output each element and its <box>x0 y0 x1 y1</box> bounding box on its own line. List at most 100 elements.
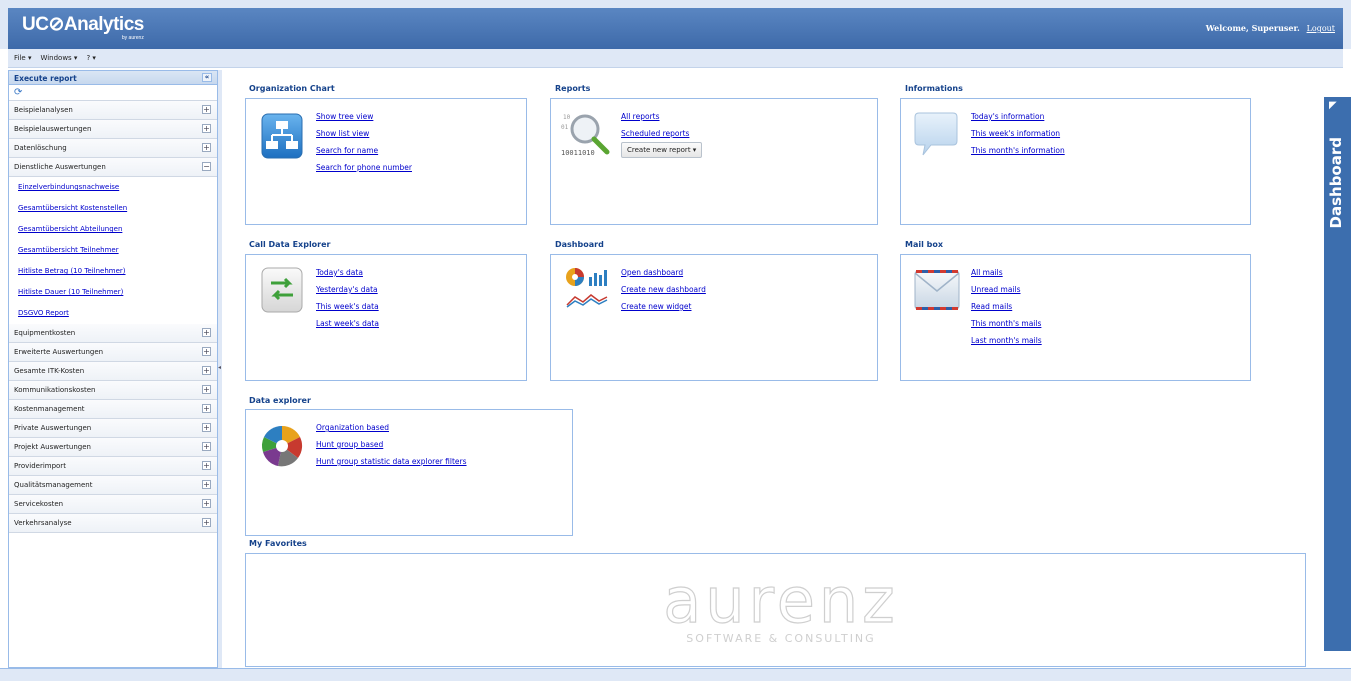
menu-help[interactable]: ? ▾ <box>86 54 95 62</box>
splitter-arrow-icon[interactable]: ◂ <box>218 364 221 371</box>
sidebar-group-label: Servicekosten <box>14 500 64 508</box>
show-list-view-link[interactable]: Show list view <box>316 125 412 142</box>
expand-icon[interactable]: + <box>202 124 211 133</box>
report-link[interactable]: Gesamtübersicht Abteilungen <box>18 225 122 233</box>
todays-information-link[interactable]: Today's information <box>971 108 1065 125</box>
logo-text: UC⊘Analytics <box>22 14 144 35</box>
hunt-group-statistic-link[interactable]: Hunt group statistic data explorer filte… <box>316 453 467 470</box>
show-tree-view-link[interactable]: Show tree view <box>316 108 412 125</box>
dashboard-side-tab[interactable]: ◤ Dashboard <box>1324 97 1351 651</box>
read-mails-link[interactable]: Read mails <box>971 298 1042 315</box>
sidebar-report-item: Gesamtübersicht Abteilungen <box>9 219 217 240</box>
report-link[interactable]: Einzelverbindungsnachweise <box>18 183 119 191</box>
create-dashboard-link[interactable]: Create new dashboard <box>621 281 706 298</box>
sidebar: Execute report « ⟳ Beispielanalysen + Be… <box>8 70 218 668</box>
scheduled-reports-link[interactable]: Scheduled reports <box>621 125 702 142</box>
expand-icon[interactable]: + <box>202 328 211 337</box>
logout-link[interactable]: Logout <box>1307 24 1335 33</box>
expand-icon[interactable]: + <box>202 442 211 451</box>
expand-icon[interactable]: + <box>202 480 211 489</box>
sidebar-group[interactable]: Servicekosten + <box>9 495 217 514</box>
sidebar-group-label: Providerimport <box>14 462 66 470</box>
sidebar-group[interactable]: Equipmentkosten + <box>9 324 217 343</box>
sidebar-group[interactable]: Datenlöschung + <box>9 139 217 158</box>
menu-windows[interactable]: Windows ▾ <box>40 54 77 62</box>
report-link[interactable]: DSGVO Report <box>18 309 69 317</box>
reports-links: All reports Scheduled reports Create new… <box>621 108 703 158</box>
sidebar-group[interactable]: Kostenmanagement + <box>9 400 217 419</box>
sidebar-report-item: Hitliste Dauer (10 Teilnehmer) <box>9 282 217 303</box>
menu-file[interactable]: File ▾ <box>14 54 31 62</box>
sidebar-group[interactable]: Verkehrsanalyse + <box>9 514 217 533</box>
pin-icon[interactable]: ◤ <box>1329 100 1337 111</box>
expand-icon[interactable]: + <box>202 404 211 413</box>
sidebar-group-label: Kostenmanagement <box>14 405 85 413</box>
pie-chart-icon <box>260 424 304 470</box>
last-weeks-data-link[interactable]: Last week's data <box>316 315 379 332</box>
sidebar-group-expanded[interactable]: Dienstliche Auswertungen − <box>9 158 217 177</box>
report-link[interactable]: Gesamtübersicht Teilnehmer <box>18 246 119 254</box>
sidebar-group[interactable]: Kommunikationskosten + <box>9 381 217 400</box>
watermark-subtext: SOFTWARE & CONSULTING <box>686 632 876 645</box>
favorites-panel: aurenz SOFTWARE & CONSULTING <box>245 553 1306 667</box>
this-weeks-data-link[interactable]: This week's data <box>316 298 379 315</box>
expand-icon[interactable]: + <box>202 105 211 114</box>
report-link[interactable]: Hitliste Betrag (10 Teilnehmer) <box>18 267 126 275</box>
todays-data-link[interactable]: Today's data <box>316 264 379 281</box>
yesterdays-data-link[interactable]: Yesterday's data <box>316 281 379 298</box>
months-information-link[interactable]: This month's information <box>971 142 1065 159</box>
expand-icon[interactable]: + <box>202 461 211 470</box>
last-months-mails-link[interactable]: Last month's mails <box>971 332 1042 349</box>
all-reports-link[interactable]: All reports <box>621 108 702 125</box>
expand-icon[interactable]: + <box>202 385 211 394</box>
expand-icon[interactable]: + <box>202 423 211 432</box>
watermark-logo-text: aurenz <box>663 564 899 637</box>
sidebar-group[interactable]: Providerimport + <box>9 457 217 476</box>
report-link[interactable]: Hitliste Dauer (10 Teilnehmer) <box>18 288 123 296</box>
expand-icon[interactable]: + <box>202 518 211 527</box>
logo-subtext: by aurenz <box>121 35 144 41</box>
sidebar-group[interactable]: Qualitätsmanagement + <box>9 476 217 495</box>
sidebar-report-item: Hitliste Betrag (10 Teilnehmer) <box>9 261 217 282</box>
sidebar-group-label: Beispielanalysen <box>14 106 73 114</box>
org-chart-icon <box>261 113 303 161</box>
expand-icon[interactable]: + <box>202 347 211 356</box>
sidebar-group-label: Kommunikationskosten <box>14 386 96 394</box>
sidebar-report-item: Einzelverbindungsnachweise <box>9 177 217 198</box>
call-data-links: Today's data Yesterday's data This week'… <box>316 264 379 332</box>
search-phone-link[interactable]: Search for phone number <box>316 159 412 176</box>
all-mails-link[interactable]: All mails <box>971 264 1042 281</box>
sidebar-group[interactable]: Erweiterte Auswertungen + <box>9 343 217 362</box>
sidebar-group[interactable]: Projekt Auswertungen + <box>9 438 217 457</box>
sidebar-group[interactable]: Beispielauswertungen + <box>9 120 217 139</box>
expand-icon[interactable]: + <box>202 366 211 375</box>
expand-icon[interactable]: + <box>202 143 211 152</box>
organization-based-link[interactable]: Organization based <box>316 419 467 436</box>
hunt-group-based-link[interactable]: Hunt group based <box>316 436 467 453</box>
report-link[interactable]: Gesamtübersicht Kostenstellen <box>18 204 127 212</box>
mailbox-title: Mail box <box>905 240 944 249</box>
sidebar-group[interactable]: Beispielanalysen + <box>9 101 217 120</box>
sidebar-group-label: Dienstliche Auswertungen <box>14 163 106 171</box>
sidebar-group[interactable]: Gesamte ITK-Kosten + <box>9 362 217 381</box>
sidebar-report-item: Gesamtübersicht Teilnehmer <box>9 240 217 261</box>
collapse-icon[interactable]: − <box>202 162 211 171</box>
weeks-information-link[interactable]: This week's information <box>971 125 1065 142</box>
sidebar-group[interactable]: Private Auswertungen + <box>9 419 217 438</box>
sidebar-group-label: Gesamte ITK-Kosten <box>14 367 85 375</box>
search-name-link[interactable]: Search for name <box>316 142 412 159</box>
status-bar <box>0 668 1351 681</box>
sidebar-title: Execute report <box>14 74 77 83</box>
open-dashboard-link[interactable]: Open dashboard <box>621 264 706 281</box>
refresh-icon[interactable]: ⟳ <box>9 85 217 101</box>
welcome-area: Welcome, Superuser. Logout <box>1206 23 1335 33</box>
reports-panel: 10 01 10011010 All reports Scheduled rep… <box>550 98 878 225</box>
create-new-report-button[interactable]: Create new report ▾ <box>621 142 703 158</box>
sidebar-group-label: Equipmentkosten <box>14 329 76 337</box>
collapse-sidebar-button[interactable]: « <box>202 73 212 82</box>
create-widget-link[interactable]: Create new widget <box>621 298 706 315</box>
dashboard-title: Dashboard <box>555 240 604 249</box>
expand-icon[interactable]: + <box>202 499 211 508</box>
unread-mails-link[interactable]: Unread mails <box>971 281 1042 298</box>
this-months-mails-link[interactable]: This month's mails <box>971 315 1042 332</box>
